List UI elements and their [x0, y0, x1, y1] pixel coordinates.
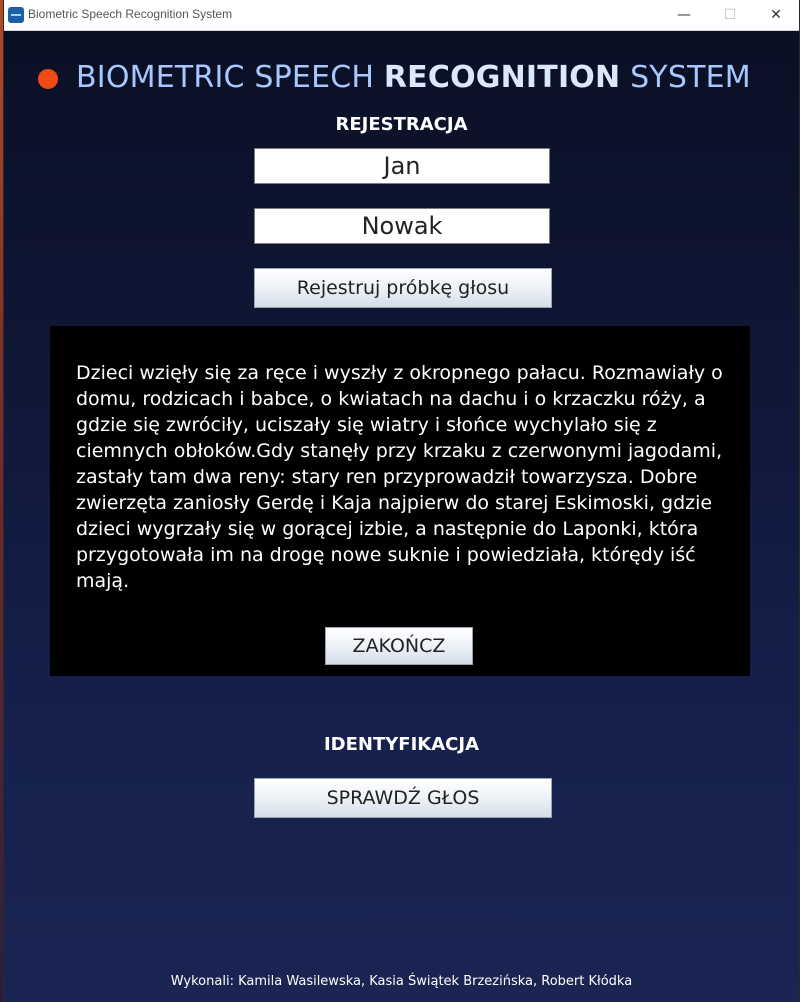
app-title-pre: BIOMETRIC SPEECH [76, 60, 384, 95]
title-bar[interactable]: Biometric Speech Recognition System — ☐ … [4, 0, 799, 31]
window-title: Biometric Speech Recognition System [28, 7, 233, 21]
first-name-input[interactable] [254, 148, 550, 184]
app-title-post: SYSTEM [620, 60, 751, 95]
app-icon [8, 7, 24, 23]
credits-footer: Wykonali: Kamila Wasilewska, Kasia Świąt… [170, 974, 633, 989]
last-name-input[interactable] [254, 208, 550, 244]
status-dot-icon [38, 69, 58, 89]
finish-button[interactable]: ZAKOŃCZ [325, 627, 473, 665]
record-voice-button[interactable]: Rejestruj próbkę głosu [254, 268, 552, 308]
registration-heading: REJESTRACJA [335, 114, 468, 135]
app-title-bold: RECOGNITION [383, 60, 621, 95]
close-button[interactable]: ✕ [753, 0, 799, 30]
brand-header: BIOMETRIC SPEECH RECOGNITION SYSTEM [38, 60, 778, 100]
minimize-button[interactable]: — [661, 0, 707, 30]
reading-text: Dzieci wzięły się za ręce i wyszły z okr… [76, 362, 723, 592]
check-voice-button[interactable]: SPRAWDŹ GŁOS [254, 778, 552, 818]
identification-heading: IDENTYFIKACJA [323, 734, 480, 755]
maximize-button[interactable]: ☐ [707, 0, 753, 30]
reading-text-panel: Dzieci wzięły się za ręce i wyszły z okr… [50, 326, 750, 676]
app-window: Biometric Speech Recognition System — ☐ … [3, 0, 800, 1002]
app-title: BIOMETRIC SPEECH RECOGNITION SYSTEM [76, 60, 751, 95]
